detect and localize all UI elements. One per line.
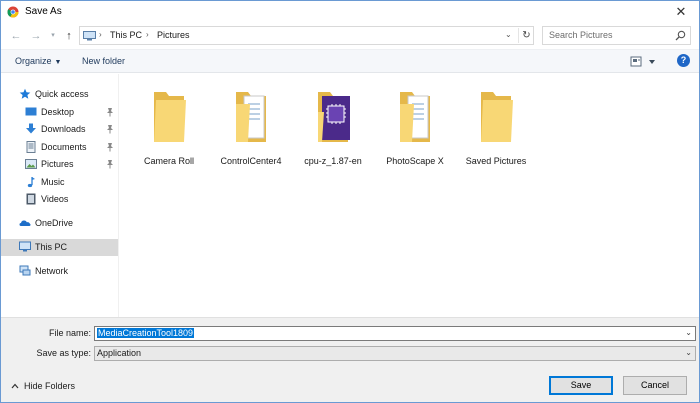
nav-desktop-label: Desktop xyxy=(41,107,75,117)
nav-quick-access-label: Quick access xyxy=(35,89,89,99)
new-folder-button[interactable]: New folder xyxy=(82,56,125,66)
nav-desktop[interactable]: Desktop xyxy=(1,104,118,121)
organize-button[interactable]: Organize ▼ xyxy=(15,56,61,66)
documents-icon xyxy=(26,141,36,153)
breadcrumb-separator-icon: › xyxy=(99,30,102,39)
star-icon xyxy=(19,88,31,99)
file-name: Saved Pictures xyxy=(465,156,527,166)
folder-with-documents-icon xyxy=(400,92,430,142)
nav-pictures-label: Pictures xyxy=(41,159,74,169)
back-arrow-icon: ← xyxy=(10,30,22,42)
save-button[interactable]: Save xyxy=(549,376,613,395)
folder-item-controlcenter4[interactable]: ControlCenter4 xyxy=(212,82,290,172)
help-button[interactable]: ? xyxy=(677,54,690,67)
nav-downloads-label: Downloads xyxy=(41,124,86,134)
address-row: ← → ▾ ↑ › This PC › Pictures ⌄ ↻ Search xyxy=(1,23,699,49)
nav-pictures[interactable]: Pictures xyxy=(1,156,118,173)
navigation-pane: Quick access Desktop Downloads Documents… xyxy=(1,74,119,317)
close-button[interactable]: ✕ xyxy=(669,2,693,22)
command-bar: Organize ▼ New folder ? xyxy=(1,49,699,73)
forward-button[interactable]: → xyxy=(29,29,43,43)
breadcrumb-pictures[interactable]: Pictures xyxy=(157,30,190,40)
up-button[interactable]: ↑ xyxy=(62,29,76,43)
folder-item-photoscape-x[interactable]: PhotoScape X xyxy=(376,82,454,172)
nav-documents-label: Documents xyxy=(41,142,87,152)
save-as-dialog: Save As ✕ ← → ▾ ↑ › This PC › Pictures ⌄ xyxy=(0,0,700,403)
refresh-icon: ↻ xyxy=(522,30,531,41)
title-bar: Save As ✕ xyxy=(1,1,699,23)
caret-down-icon: ▼ xyxy=(54,59,62,66)
nav-onedrive[interactable]: OneDrive xyxy=(1,215,118,232)
save-as-type-select[interactable]: Application ⌄ xyxy=(94,346,696,361)
forward-arrow-icon: → xyxy=(30,30,42,42)
change-view-button[interactable] xyxy=(629,55,657,69)
breadcrumb-this-pc[interactable]: This PC xyxy=(110,30,142,40)
nav-documents[interactable]: Documents xyxy=(1,139,118,156)
address-bar[interactable]: › This PC › Pictures ⌄ ↻ xyxy=(79,26,534,45)
file-list: Camera Roll ControlCenter4 cpu-z_1.87-en… xyxy=(120,74,699,317)
save-options-panel: File name: MediaCreationTool1809 ⌄ Save … xyxy=(1,317,699,402)
pc-icon xyxy=(19,241,31,252)
search-placeholder: Search Pictures xyxy=(549,30,613,40)
file-name: cpu-z_1.87-en xyxy=(304,156,362,166)
pin-icon xyxy=(107,125,113,134)
nav-music[interactable]: Music xyxy=(1,174,118,191)
file-name: PhotoScape X xyxy=(386,156,444,166)
hide-folders-button[interactable]: Hide Folders xyxy=(11,381,75,391)
window-title: Save As xyxy=(25,6,62,17)
save-as-type-label: Save as type: xyxy=(36,348,91,358)
address-dropdown-icon[interactable]: ⌄ xyxy=(505,30,512,39)
downloads-icon xyxy=(26,123,36,134)
file-name-label: File name: xyxy=(48,328,91,338)
desktop-icon xyxy=(25,107,37,116)
pc-icon xyxy=(83,31,96,41)
chevron-down-icon: ▾ xyxy=(51,32,55,39)
refresh-button[interactable]: ↻ xyxy=(518,28,534,43)
folder-icon xyxy=(481,92,513,142)
nav-this-pc[interactable]: This PC xyxy=(1,239,118,256)
file-name-input[interactable]: MediaCreationTool1809 ⌄ xyxy=(94,326,696,341)
folder-item-cpu-z[interactable]: cpu-z_1.87-en xyxy=(294,82,372,172)
breadcrumb-separator-icon: › xyxy=(146,30,149,39)
nav-network[interactable]: Network xyxy=(1,263,118,280)
hide-folders-label: Hide Folders xyxy=(24,381,76,391)
chevron-down-icon: ⌄ xyxy=(685,348,692,357)
save-as-type-value: Application xyxy=(97,348,142,358)
nav-onedrive-label: OneDrive xyxy=(35,218,74,228)
organize-label: Organize xyxy=(15,56,52,66)
folder-item-saved-pictures[interactable]: Saved Pictures xyxy=(457,82,535,172)
chevron-up-icon xyxy=(11,383,19,389)
pin-icon xyxy=(107,160,113,169)
videos-icon xyxy=(26,193,36,205)
folder-item-camera-roll[interactable]: Camera Roll xyxy=(130,82,208,172)
onedrive-icon xyxy=(19,220,31,226)
cancel-button[interactable]: Cancel xyxy=(623,376,687,395)
cpu-z-icon xyxy=(318,92,350,142)
back-button[interactable]: ← xyxy=(9,29,23,43)
nav-music-label: Music xyxy=(41,177,65,187)
nav-quick-access[interactable]: Quick access xyxy=(1,86,118,103)
chevron-down-icon[interactable]: ⌄ xyxy=(685,328,692,337)
pictures-icon xyxy=(25,159,37,169)
nav-downloads[interactable]: Downloads xyxy=(1,121,118,138)
folder-with-documents-icon xyxy=(236,92,266,142)
pin-icon xyxy=(107,108,113,117)
chrome-icon xyxy=(7,6,19,18)
nav-this-pc-label: This PC xyxy=(35,242,68,252)
nav-videos-label: Videos xyxy=(41,194,69,204)
search-input[interactable]: Search Pictures xyxy=(542,26,691,45)
network-icon xyxy=(19,265,31,276)
file-name: Camera Roll xyxy=(143,156,194,166)
up-arrow-icon: ↑ xyxy=(66,30,72,42)
nav-network-label: Network xyxy=(35,266,69,276)
file-name: ControlCenter4 xyxy=(220,156,282,166)
pin-icon xyxy=(107,143,113,152)
music-icon xyxy=(27,177,35,188)
search-icon xyxy=(675,30,686,41)
nav-videos[interactable]: Videos xyxy=(1,191,118,208)
file-name-value: MediaCreationTool1809 xyxy=(97,328,195,338)
recent-locations-button[interactable]: ▾ xyxy=(46,29,60,43)
folder-icon xyxy=(154,92,186,142)
close-icon: ✕ xyxy=(675,4,687,19)
